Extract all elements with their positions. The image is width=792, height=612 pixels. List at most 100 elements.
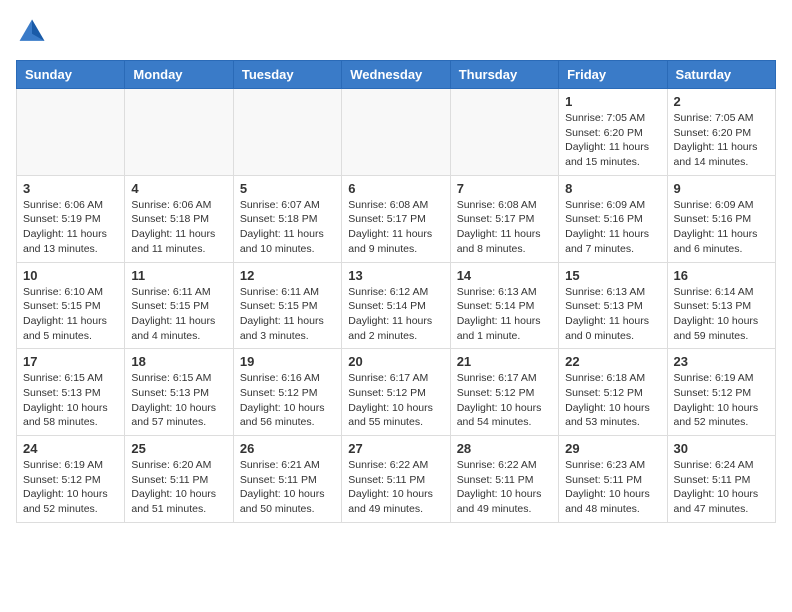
day-number: 1 (565, 94, 660, 109)
page-header (16, 16, 776, 48)
day-number: 6 (348, 181, 443, 196)
day-info: Sunrise: 6:10 AMSunset: 5:15 PMDaylight:… (23, 285, 118, 344)
day-info: Sunrise: 6:20 AMSunset: 5:11 PMDaylight:… (131, 458, 226, 517)
calendar-week-row: 10Sunrise: 6:10 AMSunset: 5:15 PMDayligh… (17, 262, 776, 349)
day-number: 27 (348, 441, 443, 456)
day-number: 15 (565, 268, 660, 283)
calendar-week-row: 3Sunrise: 6:06 AMSunset: 5:19 PMDaylight… (17, 175, 776, 262)
day-info: Sunrise: 6:14 AMSunset: 5:13 PMDaylight:… (674, 285, 769, 344)
day-number: 24 (23, 441, 118, 456)
day-number: 7 (457, 181, 552, 196)
day-number: 9 (674, 181, 769, 196)
calendar-day: 8Sunrise: 6:09 AMSunset: 5:16 PMDaylight… (559, 175, 667, 262)
calendar-week-row: 1 Sunrise: 7:05 AMSunset: 6:20 PMDaylight… (17, 89, 776, 176)
day-info: Sunrise: 6:19 AMSunset: 5:12 PMDaylight:… (674, 371, 769, 430)
day-number: 26 (240, 441, 335, 456)
day-info: Sunrise: 6:19 AMSunset: 5:12 PMDaylight:… (23, 458, 118, 517)
calendar-day: 21 Sunrise: 6:17 AMSunset: 5:12 PMDayligh… (450, 349, 558, 436)
day-info: Sunrise: 6:13 AMSunset: 5:13 PMDaylight:… (565, 285, 660, 344)
day-number: 16 (674, 268, 769, 283)
logo (16, 16, 48, 48)
day-info: Sunrise: 6:09 AMSunset: 5:16 PMDaylight:… (674, 198, 769, 257)
day-number: 17 (23, 354, 118, 369)
weekday-header-friday: Friday (559, 61, 667, 89)
calendar-day (450, 89, 558, 176)
weekday-header-row: SundayMondayTuesdayWednesdayThursdayFrid… (17, 61, 776, 89)
logo-icon (16, 16, 48, 48)
calendar-day: 20 Sunrise: 6:17 AMSunset: 5:12 PMDayligh… (342, 349, 450, 436)
day-number: 22 (565, 354, 660, 369)
calendar-day: 14 Sunrise: 6:13 AMSunset: 5:14 PMDayligh… (450, 262, 558, 349)
day-info: Sunrise: 6:11 AMSunset: 5:15 PMDaylight:… (131, 285, 226, 344)
calendar-day: 19 Sunrise: 6:16 AMSunset: 5:12 PMDayligh… (233, 349, 341, 436)
day-number: 5 (240, 181, 335, 196)
day-info: Sunrise: 6:22 AMSunset: 5:11 PMDaylight:… (457, 458, 552, 517)
weekday-header-wednesday: Wednesday (342, 61, 450, 89)
calendar-day: 2Sunrise: 7:05 AMSunset: 6:20 PMDaylight… (667, 89, 775, 176)
day-info: Sunrise: 6:23 AMSunset: 5:11 PMDaylight:… (565, 458, 660, 517)
day-number: 21 (457, 354, 552, 369)
day-info: Sunrise: 6:21 AMSunset: 5:11 PMDaylight:… (240, 458, 335, 517)
calendar-week-row: 24 Sunrise: 6:19 AMSunset: 5:12 PMDayligh… (17, 436, 776, 523)
day-info: Sunrise: 6:16 AMSunset: 5:12 PMDaylight:… (240, 371, 335, 430)
day-info: Sunrise: 6:09 AMSunset: 5:16 PMDaylight:… (565, 198, 660, 257)
weekday-header-sunday: Sunday (17, 61, 125, 89)
calendar-day: 27 Sunrise: 6:22 AMSunset: 5:11 PMDayligh… (342, 436, 450, 523)
calendar-week-row: 17 Sunrise: 6:15 AMSunset: 5:13 PMDayligh… (17, 349, 776, 436)
day-number: 14 (457, 268, 552, 283)
day-number: 18 (131, 354, 226, 369)
calendar-day: 9 Sunrise: 6:09 AMSunset: 5:16 PMDaylight… (667, 175, 775, 262)
calendar-day: 26 Sunrise: 6:21 AMSunset: 5:11 PMDayligh… (233, 436, 341, 523)
calendar-day: 24 Sunrise: 6:19 AMSunset: 5:12 PMDayligh… (17, 436, 125, 523)
day-number: 30 (674, 441, 769, 456)
day-number: 20 (348, 354, 443, 369)
day-info: Sunrise: 7:05 AMSunset: 6:20 PMDaylight:… (565, 111, 660, 170)
weekday-header-monday: Monday (125, 61, 233, 89)
weekday-header-thursday: Thursday (450, 61, 558, 89)
calendar-day: 16 Sunrise: 6:14 AMSunset: 5:13 PMDayligh… (667, 262, 775, 349)
day-info: Sunrise: 6:07 AMSunset: 5:18 PMDaylight:… (240, 198, 335, 257)
calendar-day: 1 Sunrise: 7:05 AMSunset: 6:20 PMDaylight… (559, 89, 667, 176)
day-number: 25 (131, 441, 226, 456)
day-info: Sunrise: 6:12 AMSunset: 5:14 PMDaylight:… (348, 285, 443, 344)
weekday-header-tuesday: Tuesday (233, 61, 341, 89)
calendar-table: SundayMondayTuesdayWednesdayThursdayFrid… (16, 60, 776, 523)
day-number: 28 (457, 441, 552, 456)
weekday-header-saturday: Saturday (667, 61, 775, 89)
day-info: Sunrise: 6:06 AMSunset: 5:19 PMDaylight:… (23, 198, 118, 257)
day-info: Sunrise: 6:17 AMSunset: 5:12 PMDaylight:… (348, 371, 443, 430)
calendar-day: 3Sunrise: 6:06 AMSunset: 5:19 PMDaylight… (17, 175, 125, 262)
day-number: 11 (131, 268, 226, 283)
calendar-day: 10Sunrise: 6:10 AMSunset: 5:15 PMDayligh… (17, 262, 125, 349)
calendar-day: 13Sunrise: 6:12 AMSunset: 5:14 PMDayligh… (342, 262, 450, 349)
day-info: Sunrise: 6:13 AMSunset: 5:14 PMDaylight:… (457, 285, 552, 344)
day-info: Sunrise: 6:06 AMSunset: 5:18 PMDaylight:… (131, 198, 226, 257)
day-info: Sunrise: 6:08 AMSunset: 5:17 PMDaylight:… (457, 198, 552, 257)
day-number: 23 (674, 354, 769, 369)
day-info: Sunrise: 6:17 AMSunset: 5:12 PMDaylight:… (457, 371, 552, 430)
day-info: Sunrise: 6:24 AMSunset: 5:11 PMDaylight:… (674, 458, 769, 517)
calendar-day: 15 Sunrise: 6:13 AMSunset: 5:13 PMDayligh… (559, 262, 667, 349)
day-info: Sunrise: 6:11 AMSunset: 5:15 PMDaylight:… (240, 285, 335, 344)
calendar-day (342, 89, 450, 176)
day-number: 29 (565, 441, 660, 456)
calendar-day: 23 Sunrise: 6:19 AMSunset: 5:12 PMDayligh… (667, 349, 775, 436)
day-info: Sunrise: 6:18 AMSunset: 5:12 PMDaylight:… (565, 371, 660, 430)
calendar-day: 5 Sunrise: 6:07 AMSunset: 5:18 PMDaylight… (233, 175, 341, 262)
day-number: 19 (240, 354, 335, 369)
calendar-day: 25 Sunrise: 6:20 AMSunset: 5:11 PMDayligh… (125, 436, 233, 523)
calendar-day: 17 Sunrise: 6:15 AMSunset: 5:13 PMDayligh… (17, 349, 125, 436)
calendar-day (17, 89, 125, 176)
calendar-day (233, 89, 341, 176)
day-info: Sunrise: 6:22 AMSunset: 5:11 PMDaylight:… (348, 458, 443, 517)
calendar-day: 28 Sunrise: 6:22 AMSunset: 5:11 PMDayligh… (450, 436, 558, 523)
day-info: Sunrise: 6:15 AMSunset: 5:13 PMDaylight:… (131, 371, 226, 430)
calendar-day: 12 Sunrise: 6:11 AMSunset: 5:15 PMDayligh… (233, 262, 341, 349)
day-number: 12 (240, 268, 335, 283)
calendar-day: 7 Sunrise: 6:08 AMSunset: 5:17 PMDaylight… (450, 175, 558, 262)
calendar-day: 6 Sunrise: 6:08 AMSunset: 5:17 PMDaylight… (342, 175, 450, 262)
day-info: Sunrise: 6:08 AMSunset: 5:17 PMDaylight:… (348, 198, 443, 257)
day-info: Sunrise: 6:15 AMSunset: 5:13 PMDaylight:… (23, 371, 118, 430)
calendar-day: 30 Sunrise: 6:24 AMSunset: 5:11 PMDayligh… (667, 436, 775, 523)
calendar-day (125, 89, 233, 176)
